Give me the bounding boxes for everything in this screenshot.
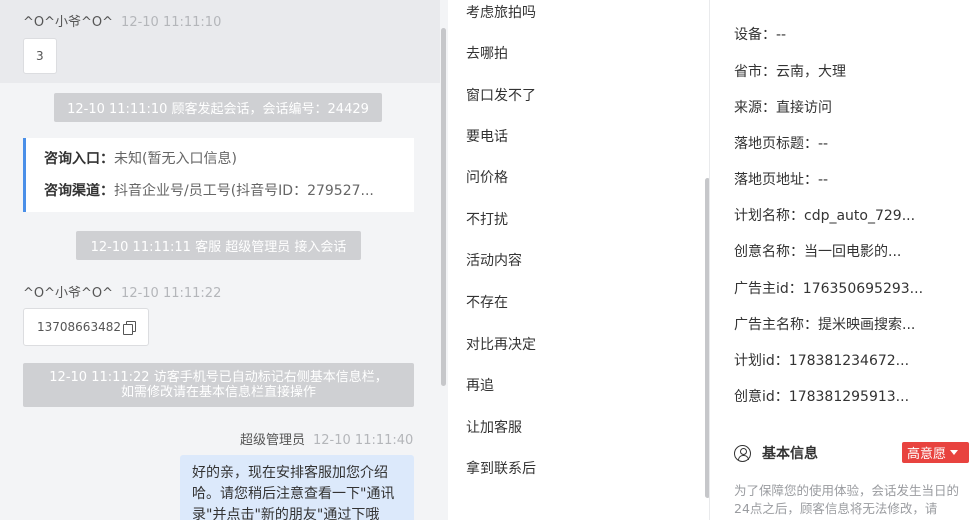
quick-reply-item[interactable]: 拿到联系后 xyxy=(466,458,536,478)
info-label: 广告主名称： xyxy=(734,317,818,333)
info-label: 落地页标题： xyxy=(734,136,818,152)
copy-icon[interactable] xyxy=(122,320,136,335)
quick-reply-item[interactable]: 活动内容 xyxy=(466,250,522,270)
message-time: 12-10 11:11:22 xyxy=(121,286,222,301)
visitor-meta: ^O^小爷^O^ 12-10 11:11:10 xyxy=(23,11,221,30)
intent-dropdown[interactable]: 高意愿 xyxy=(902,442,969,463)
user-circle-icon xyxy=(734,444,751,462)
info-creative-name: 创意名称：当一回电影的... xyxy=(734,241,901,261)
quick-reply-item[interactable]: 对比再决定 xyxy=(466,334,536,354)
visitor-name: ^O^小爷^O^ xyxy=(23,286,114,301)
consult-channel-label: 咨询渠道： xyxy=(44,183,114,199)
phone-message: 13708663482 xyxy=(23,308,149,346)
system-message: 12-10 11:11:22 访客手机号已自动标记右侧基本信息栏， 如需修改请在… xyxy=(23,363,414,407)
info-label: 计划id： xyxy=(734,353,789,369)
consult-channel-row: 咨询渠道：抖音企业号/员工号(抖音号ID：279527... xyxy=(44,183,414,215)
consult-channel-value: 抖音企业号/员工号(抖音号ID：279527... xyxy=(114,183,374,199)
info-landing-url: 落地页地址：-- xyxy=(734,169,828,189)
info-value: -- xyxy=(776,27,787,43)
caret-down-icon xyxy=(950,450,959,455)
consult-entry-label: 咨询入口： xyxy=(44,151,114,167)
info-label: 省市： xyxy=(734,64,776,80)
info-plan-name: 计划名称：cdp_auto_729... xyxy=(734,205,915,225)
quick-reply-item[interactable]: 要电话 xyxy=(466,126,508,146)
consult-info-card: 咨询入口：未知(暂无入口信息) 咨询渠道：抖音企业号/员工号(抖音号ID：279… xyxy=(23,138,414,212)
info-value: cdp_auto_729... xyxy=(804,208,916,224)
chat-scrollbar[interactable] xyxy=(441,28,446,386)
visitor-name: ^O^小爷^O^ xyxy=(23,15,114,30)
info-note: 为了保障您的使用体验，会话发生当日的24点之后，顾客信息将无法修改，请 xyxy=(734,483,960,516)
info-label: 创意名称： xyxy=(734,244,804,260)
intent-label: 高意愿 xyxy=(907,447,947,462)
info-landing-title: 落地页标题：-- xyxy=(734,133,828,153)
info-plan-id: 计划id：178381234672... xyxy=(734,350,909,370)
quick-reply-item[interactable]: 不打扰 xyxy=(466,209,508,229)
quick-reply-list: 考虑旅拍吗 去哪拍 窗口发不了 要电话 问价格 不打扰 活动内容 不存在 对比再… xyxy=(448,0,710,520)
reply-scrollbar[interactable] xyxy=(705,178,709,498)
info-label: 创意id： xyxy=(734,389,789,405)
quick-reply-item[interactable]: 不存在 xyxy=(466,292,508,312)
visitor-meta: ^O^小爷^O^ 12-10 11:11:22 xyxy=(23,282,221,301)
message-time: 12-10 11:11:10 xyxy=(121,15,222,30)
info-label: 设备： xyxy=(734,27,776,43)
phone-number: 13708663482 xyxy=(37,320,121,334)
info-source: 来源：直接访问 xyxy=(734,97,832,117)
info-value: 176350695293... xyxy=(802,281,924,297)
quick-reply-item[interactable]: 考虑旅拍吗 xyxy=(466,2,536,22)
info-city: 省市：云南，大理 xyxy=(734,61,846,81)
quick-reply-item[interactable]: 让加客服 xyxy=(466,417,522,437)
system-message-line: 如需修改请在基本信息栏直接操作 xyxy=(120,385,316,400)
visitor-info-panel: 设备：-- 省市：云南，大理 来源：直接访问 落地页标题：-- 落地页地址：--… xyxy=(711,0,973,520)
info-value: -- xyxy=(818,172,829,188)
system-message-line: 12-10 11:11:22 访客手机号已自动标记右侧基本信息栏， xyxy=(49,370,388,385)
consult-entry-row: 咨询入口：未知(暂无入口信息) xyxy=(44,151,414,183)
info-advertiser-name: 广告主名称：提米映画搜索... xyxy=(734,314,915,334)
info-advertiser-id: 广告主id：176350695293... xyxy=(734,278,923,298)
info-value: 提米映画搜索... xyxy=(818,317,916,333)
quick-reply-item[interactable]: 窗口发不了 xyxy=(466,85,536,105)
quick-reply-item[interactable]: 去哪拍 xyxy=(466,43,508,63)
info-value: 178381234672... xyxy=(788,353,910,369)
agent-name: 超级管理员 xyxy=(240,433,306,448)
quick-reply-item[interactable]: 再追 xyxy=(466,375,494,395)
section-title: 基本信息 xyxy=(762,446,818,462)
agent-message: 好的亲，现在安排客服加您介绍哈。请您稍后注意查看一下"通讯录"并点击"新的朋友"… xyxy=(180,455,414,520)
message-time: 12-10 11:11:40 xyxy=(313,433,414,448)
system-message: 12-10 11:11:10 顾客发起会话，会话编号：24429 xyxy=(54,93,382,122)
info-label: 计划名称： xyxy=(734,208,804,224)
consult-entry-value: 未知(暂无入口信息) xyxy=(114,151,237,167)
info-value: 当一回电影的... xyxy=(804,244,902,260)
quick-reply-item[interactable]: 问价格 xyxy=(466,167,508,187)
info-device: 设备：-- xyxy=(734,24,786,44)
basic-info-header: 基本信息 xyxy=(734,443,818,463)
info-value: 178381295913... xyxy=(788,389,910,405)
info-value: 直接访问 xyxy=(776,100,832,116)
info-label: 广告主id： xyxy=(734,281,803,297)
info-value: -- xyxy=(818,136,829,152)
visitor-message: 3 xyxy=(23,38,57,74)
info-label: 落地页地址： xyxy=(734,172,818,188)
info-value: 云南，大理 xyxy=(776,64,846,80)
info-label: 来源： xyxy=(734,100,776,116)
chat-panel: ^O^小爷^O^ 12-10 11:11:10 3 12-10 11:11:10 … xyxy=(0,0,448,520)
system-message: 12-10 11:11:11 客服 超级管理员 接入会话 xyxy=(76,231,361,260)
agent-meta: 超级管理员 12-10 11:11:40 xyxy=(240,429,413,448)
info-creative-id: 创意id：178381295913... xyxy=(734,386,909,406)
